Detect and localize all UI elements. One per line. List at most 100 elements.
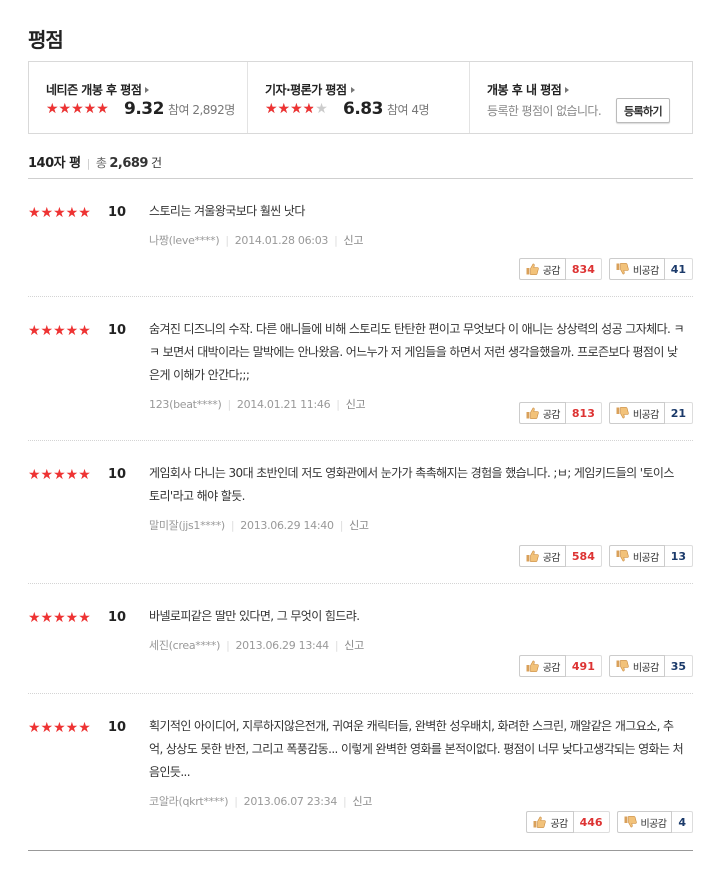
dislike-button[interactable]: 비공감 bbox=[608, 545, 665, 567]
thumbs-up-icon bbox=[526, 407, 539, 419]
thumbs-up-icon bbox=[526, 550, 539, 562]
review-score: 10 bbox=[108, 720, 127, 735]
star-rating-icon: ★★★★★ bbox=[28, 720, 91, 736]
vote-buttons: 공감 491 비공감 35 bbox=[518, 655, 693, 677]
review-count-line: 140자 평 | 총 2,689 건 bbox=[28, 152, 162, 171]
my-score-link[interactable]: 개봉 후 내 평점 bbox=[487, 81, 570, 98]
review-text: 게임회사 다니는 30대 초반인데 저도 영화관에서 눈가가 촉촉해지는 경험을… bbox=[149, 466, 674, 503]
star-rating-icon: ★★★★★ ★★★★★ bbox=[46, 102, 109, 116]
thumbs-down-icon bbox=[616, 660, 629, 672]
report-link[interactable]: 신고 bbox=[344, 234, 364, 247]
dislike-count: 4 bbox=[672, 811, 693, 833]
review-date: 2013.06.29 14:40 bbox=[240, 519, 334, 532]
review-text: 숨겨진 디즈니의 수작. 다른 애니들에 비해 스토리도 탄탄한 편이고 무엇보… bbox=[149, 322, 684, 382]
review-text: 획기적인 아이디어, 지루하지않은전개, 귀여운 캐릭터들, 완벽한 성우배치,… bbox=[149, 719, 684, 779]
like-button[interactable]: 공감 bbox=[518, 545, 566, 567]
like-button[interactable]: 공감 bbox=[526, 811, 574, 833]
like-button[interactable]: 공감 bbox=[518, 655, 566, 677]
vote-buttons: 공감 584 비공감 13 bbox=[518, 545, 693, 567]
my-score-panel: 개봉 후 내 평점 등록한 평점이 없습니다. 등록하기 bbox=[470, 62, 692, 133]
vote-buttons: 공감 813 비공감 21 bbox=[518, 402, 693, 424]
like-count: 813 bbox=[565, 402, 602, 424]
vote-buttons: 공감 446 비공감 4 bbox=[526, 811, 693, 833]
netizen-score-value: 9.32 bbox=[124, 99, 164, 119]
dislike-button[interactable]: 비공감 bbox=[608, 402, 665, 424]
star-rating-icon: ★★★★★ bbox=[28, 467, 91, 483]
review-meta: 말미잘(jjs1****) | 2013.06.29 14:40 | 신고 bbox=[149, 519, 369, 532]
register-score-button[interactable]: 등록하기 bbox=[616, 98, 670, 123]
critic-score-title: 기자·평론가 평점 bbox=[265, 83, 347, 97]
thumbs-down-icon bbox=[616, 407, 629, 419]
review-date: 2013.06.07 23:34 bbox=[243, 795, 338, 808]
dislike-button[interactable]: 비공감 bbox=[616, 811, 673, 833]
vote-buttons: 공감 834 비공감 41 bbox=[518, 258, 693, 280]
dislike-button[interactable]: 비공감 bbox=[608, 655, 665, 677]
like-label: 공감 bbox=[542, 662, 561, 674]
star-rating-icon: ★★★★★ bbox=[28, 323, 91, 339]
dislike-label: 비공감 bbox=[632, 265, 659, 277]
review-author[interactable]: 나짱(leve****) bbox=[149, 234, 220, 247]
review-author[interactable]: 코알라(qkrt****) bbox=[149, 795, 229, 808]
thumbs-up-icon bbox=[526, 263, 539, 275]
review-author[interactable]: 123(beat****) bbox=[149, 398, 222, 411]
review-author[interactable]: 말미잘(jjs1****) bbox=[149, 519, 225, 532]
thumbs-down-icon bbox=[616, 550, 629, 562]
critic-score-value: 6.83 bbox=[343, 99, 383, 119]
dislike-count: 21 bbox=[664, 402, 693, 424]
review-item: ★★★★★ 10 획기적인 아이디어, 지루하지않은전개, 귀여운 캐릭터들, … bbox=[28, 694, 693, 850]
review-section-label: 140자 평 bbox=[28, 156, 81, 171]
page-title: 평점 bbox=[28, 28, 64, 52]
dislike-label: 비공감 bbox=[632, 552, 659, 564]
like-label: 공감 bbox=[550, 818, 568, 830]
star-rating-icon: ★★★★★ bbox=[28, 610, 91, 626]
review-date: 2014.01.21 11:46 bbox=[236, 398, 331, 411]
dislike-count: 13 bbox=[664, 545, 693, 567]
review-item: ★★★★★ 10 게임회사 다니는 30대 초반인데 저도 영화관에서 눈가가 … bbox=[28, 441, 693, 584]
review-date: 2013.06.29 13:44 bbox=[235, 639, 329, 652]
like-label: 공감 bbox=[542, 409, 561, 421]
dislike-count: 41 bbox=[664, 258, 693, 280]
my-score-title: 개봉 후 내 평점 bbox=[487, 83, 562, 97]
review-score: 10 bbox=[108, 610, 127, 625]
netizen-score-link[interactable]: 네티즌 개봉 후 평점 bbox=[46, 81, 150, 98]
review-score: 10 bbox=[108, 205, 127, 220]
thumbs-up-icon bbox=[526, 660, 539, 672]
report-link[interactable]: 신고 bbox=[346, 398, 366, 411]
caret-right-icon bbox=[565, 87, 570, 93]
review-date: 2014.01.28 06:03 bbox=[234, 234, 329, 247]
review-author[interactable]: 세진(crea****) bbox=[149, 639, 220, 652]
review-meta: 나짱(leve****) | 2014.01.28 06:03 | 신고 bbox=[149, 234, 364, 247]
like-label: 공감 bbox=[542, 265, 561, 277]
review-meta: 123(beat****) | 2014.01.21 11:46 | 신고 bbox=[149, 398, 366, 411]
like-label: 공감 bbox=[542, 552, 561, 564]
divider: | bbox=[86, 157, 91, 170]
dislike-label: 비공감 bbox=[640, 818, 667, 830]
score-summary-box: 네티즌 개봉 후 평점 ★★★★★ ★★★★★ 9.32 참여 2,892명 기… bbox=[28, 61, 693, 134]
no-score-message: 등록한 평점이 없습니다. bbox=[487, 104, 602, 118]
total-unit: 건 bbox=[150, 156, 162, 170]
report-link[interactable]: 신고 bbox=[349, 519, 369, 532]
list-bottom-divider bbox=[28, 850, 693, 851]
report-link[interactable]: 신고 bbox=[344, 639, 364, 652]
dislike-label: 비공감 bbox=[632, 662, 659, 674]
netizen-participants: 참여 2,892명 bbox=[167, 102, 235, 117]
critic-score-panel: 기자·평론가 평점 ★★★★★ ★★★★★ 6.83 참여 4명 bbox=[248, 62, 470, 133]
review-score: 10 bbox=[108, 323, 127, 338]
critic-score-link[interactable]: 기자·평론가 평점 bbox=[265, 81, 355, 98]
review-item: ★★★★★ 10 바넬로피같은 딸만 있다면, 그 무엇이 힘드랴. 세진(cr… bbox=[28, 584, 693, 694]
like-count: 584 bbox=[565, 545, 602, 567]
report-link[interactable]: 신고 bbox=[352, 795, 372, 808]
review-item: ★★★★★ 10 숨겨진 디즈니의 수작. 다른 애니들에 비해 스토리도 탄탄… bbox=[28, 297, 693, 441]
like-button[interactable]: 공감 bbox=[518, 258, 566, 280]
like-count: 834 bbox=[565, 258, 602, 280]
thumbs-down-icon bbox=[616, 263, 629, 275]
like-count: 491 bbox=[565, 655, 602, 677]
review-meta: 세진(crea****) | 2013.06.29 13:44 | 신고 bbox=[149, 639, 364, 652]
total-count: 2,689 bbox=[109, 156, 148, 171]
review-text: 스토리는 겨울왕국보다 훨씬 낫다 bbox=[149, 204, 305, 218]
like-count: 446 bbox=[573, 811, 610, 833]
dislike-button[interactable]: 비공감 bbox=[608, 258, 665, 280]
total-label: 총 bbox=[95, 156, 107, 170]
caret-right-icon bbox=[145, 87, 150, 93]
like-button[interactable]: 공감 bbox=[518, 402, 566, 424]
